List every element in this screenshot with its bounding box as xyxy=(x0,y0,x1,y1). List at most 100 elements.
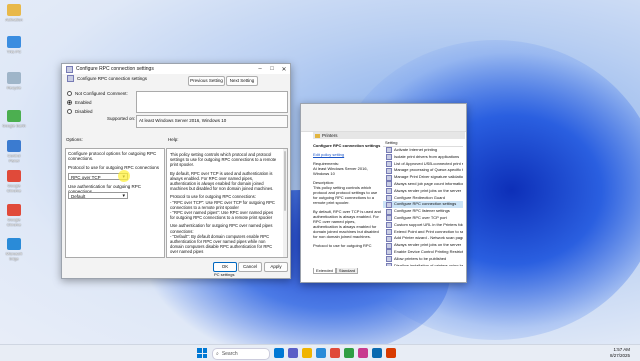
ok-button[interactable]: OK xyxy=(213,262,237,272)
taskbar-app-icon[interactable] xyxy=(372,348,382,358)
gpedit-description-pane: Configure RPC connection settings Edit p… xyxy=(313,140,381,266)
desktop-app-icon[interactable] xyxy=(7,110,21,122)
desktop-icon[interactable]: Microsoft Edge xyxy=(2,238,26,261)
comment-label: Comment: xyxy=(107,91,128,96)
help-paragraph: This policy setting controls which proto… xyxy=(170,152,277,168)
close-icon[interactable]: ✕ xyxy=(278,66,290,73)
radio-enabled-circle[interactable] xyxy=(67,100,72,105)
desktop-icon[interactable]: Activation xyxy=(2,4,26,22)
setting-row[interactable]: Always render print jobs on the server xyxy=(383,188,463,195)
desktop-app-icon[interactable] xyxy=(7,140,21,152)
desktop-app-icon[interactable] xyxy=(7,4,21,16)
start-icon[interactable] xyxy=(197,348,207,358)
desktop-app-icon[interactable] xyxy=(7,36,21,48)
policy-setting-icon xyxy=(386,201,392,208)
setting-row[interactable]: Disallow installation of printers using … xyxy=(383,263,463,266)
policy-setting-icon xyxy=(386,194,392,201)
setting-column-header[interactable]: Setting xyxy=(383,140,463,147)
setting-row[interactable]: Configure RPC listener settings xyxy=(383,208,463,215)
radio-not-configured-label: Not Configured xyxy=(75,91,106,96)
setting-row[interactable]: Allow printers to be published xyxy=(383,256,463,263)
policy-setting-icon xyxy=(386,188,392,195)
desktop-icon[interactable]: Recycle xyxy=(2,72,26,90)
setting-row[interactable]: Always render print jobs on the server xyxy=(383,242,463,249)
desktop-icon[interactable]: Google Chrome xyxy=(2,170,26,193)
setting-row[interactable]: Configure Redirection Guard xyxy=(383,195,463,202)
setting-row[interactable]: Custom support URL in the Printers fold xyxy=(383,222,463,229)
taskbar-app-icon[interactable] xyxy=(358,348,368,358)
desktop-app-icon[interactable] xyxy=(7,170,21,182)
minimize-icon[interactable]: – xyxy=(254,66,266,73)
taskbar-app-icon[interactable] xyxy=(288,348,298,358)
ok-label[interactable]: OK xyxy=(222,264,229,269)
taskbar: ⌕ Search 1:57 AM 8/27/2025 xyxy=(0,344,640,361)
supported-on-box: At least Windows Server 2016, Windows 10 xyxy=(136,115,288,128)
setting-row[interactable]: Isolate print drivers from applications xyxy=(383,154,463,161)
edit-policy-link-label[interactable]: Edit policy setting xyxy=(313,152,344,157)
radio-disabled-label: Disabled xyxy=(75,109,93,114)
taskbar-app-icon[interactable] xyxy=(316,348,326,358)
desktop-icon-label: Microsoft Edge xyxy=(5,251,23,261)
cancel-button[interactable]: Cancel xyxy=(238,262,262,272)
help-scrollbar[interactable] xyxy=(283,149,287,257)
setting-row[interactable]: Activate Internet printing xyxy=(383,147,463,154)
gpedit-window: Printers Configure RPC connection settin… xyxy=(300,103,467,283)
policy-setting-icon xyxy=(386,242,392,249)
tab-extended[interactable]: Extended xyxy=(313,268,336,274)
next-setting-label[interactable]: Next Setting xyxy=(230,78,255,83)
setting-row[interactable]: Configure RPC over TCP port xyxy=(383,215,463,222)
taskbar-search-box[interactable]: ⌕ Search xyxy=(212,348,270,360)
maximize-icon[interactable]: □ xyxy=(266,66,278,73)
window-controls: – □ ✕ xyxy=(254,66,290,73)
gpedit-tabs: Extended Standard xyxy=(313,268,359,274)
cancel-label[interactable]: Cancel xyxy=(243,264,257,269)
help-paragraph: Protocol to use for outgoing RPC connect… xyxy=(170,194,275,221)
gpedit-settings-list: Setting Activate Internet printing Isolat… xyxy=(383,140,463,266)
desktop-app-icon[interactable] xyxy=(7,204,21,216)
edit-policy-link[interactable]: Edit policy setting xyxy=(313,152,381,157)
apply-button[interactable]: Apply xyxy=(264,262,288,272)
dialog-heading: Configure RPC connection settings xyxy=(77,76,148,81)
taskbar-app-icon[interactable] xyxy=(330,348,340,358)
search-placeholder: Search xyxy=(221,351,238,357)
desktop-app-icon[interactable] xyxy=(7,238,21,250)
policy-setting-icon xyxy=(386,262,392,266)
dialog-heading-row: Configure RPC connection settings xyxy=(67,75,147,82)
setting-row[interactable]: Enable Device Control Printing Restricti… xyxy=(383,249,463,256)
description-p2: By default, RPC over TCP is used and aut… xyxy=(313,209,381,239)
tab-standard[interactable]: Standard xyxy=(335,268,359,274)
setting-row[interactable]: Configure RPC connection settings xyxy=(383,201,463,209)
auth-dropdown-value[interactable]: Default xyxy=(71,194,85,199)
previous-setting-button[interactable]: Previous Setting xyxy=(188,76,225,86)
help-scrollbar-thumb[interactable] xyxy=(284,151,286,211)
desktop-icon[interactable]: Google Chrome xyxy=(2,204,26,227)
taskbar-app-icon[interactable] xyxy=(274,348,284,358)
taskbar-app-icon[interactable] xyxy=(386,348,396,358)
folder-icon xyxy=(315,133,320,138)
setting-row[interactable]: Manage Print Driver signature validation xyxy=(383,174,463,181)
radio-not-configured-circle[interactable] xyxy=(67,91,72,96)
radio-disabled[interactable]: Disabled xyxy=(67,109,93,114)
taskbar-app-icon[interactable] xyxy=(302,348,312,358)
setting-row[interactable]: Add Printer wizard - Network scan page xyxy=(383,235,463,242)
setting-row[interactable]: Extend Point and Print connection to se xyxy=(383,229,463,236)
setting-row[interactable]: Always send job page count information xyxy=(383,181,463,188)
apply-label[interactable]: Apply xyxy=(270,264,281,269)
next-setting-button[interactable]: Next Setting xyxy=(226,76,258,86)
taskbar-app-icon[interactable] xyxy=(344,348,354,358)
desktop-app-icon[interactable] xyxy=(7,72,21,84)
comment-textarea[interactable] xyxy=(136,91,288,113)
protocol-dropdown-value[interactable]: RPC over TCP xyxy=(71,175,101,180)
radio-not-configured[interactable]: Not Configured xyxy=(67,91,105,96)
system-clock[interactable]: 1:57 AM 8/27/2025 xyxy=(610,347,630,358)
radio-disabled-circle[interactable] xyxy=(67,109,72,114)
desktop-icon[interactable]: This PC xyxy=(2,36,26,54)
radio-enabled[interactable]: Enabled xyxy=(67,100,92,105)
desktop-icon[interactable]: Control Panel xyxy=(2,140,26,163)
previous-setting-label[interactable]: Previous Setting xyxy=(190,78,223,83)
auth-dropdown[interactable]: Default xyxy=(68,192,128,200)
setting-row[interactable]: Manage processing of Queue-specific fi xyxy=(383,167,463,174)
supported-on-value: At least Windows Server 2016, Windows 10 xyxy=(139,118,227,123)
setting-row[interactable]: List of Approved USB-connected print s xyxy=(383,161,463,168)
desktop-icon[interactable]: Google Earth xyxy=(2,110,26,128)
